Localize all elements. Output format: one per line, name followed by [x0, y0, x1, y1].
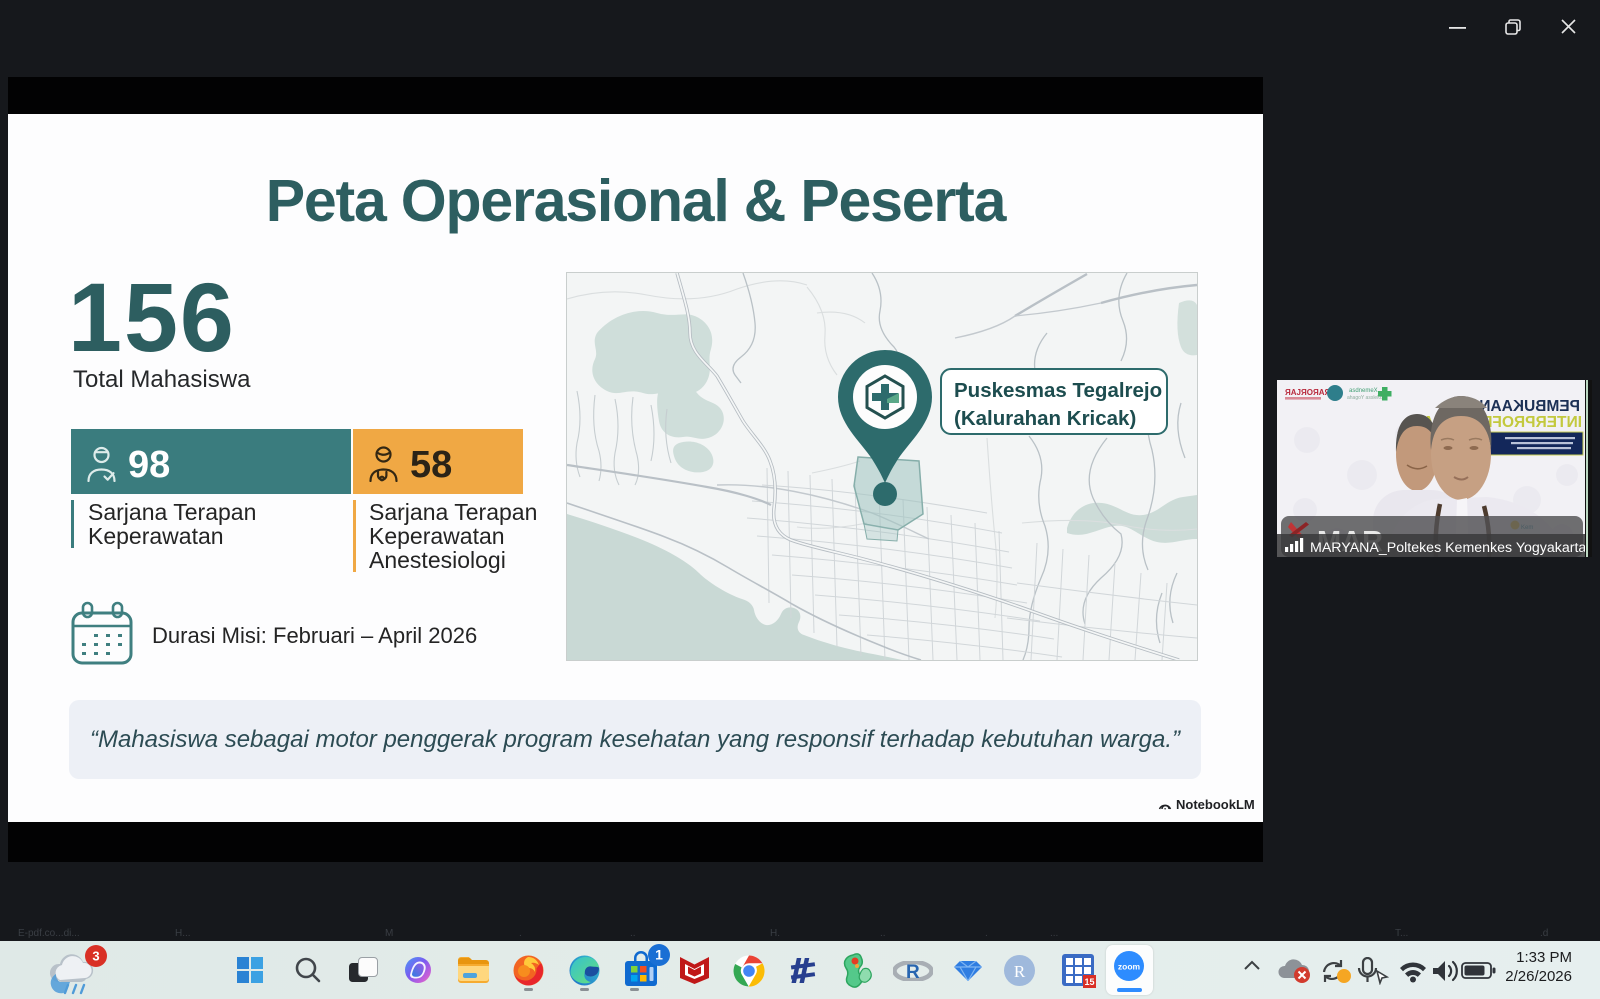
svg-text:Puskesmas Tegalrejo: Puskesmas Tegalrejo — [954, 379, 1162, 402]
svg-text:15: 15 — [1084, 977, 1094, 987]
svg-text:ЯAJЯOЯAЯ: ЯAJЯOЯAЯ — [1285, 388, 1330, 397]
svg-text:zoom: zoom — [1118, 962, 1141, 972]
svg-text:3: 3 — [92, 949, 99, 964]
svg-text:asdnemeX: asdnemeX — [1349, 388, 1378, 394]
svg-text:MARYANA_Poltekes Kemenkes Yogy: MARYANA_Poltekes Kemenkes Yogyakarta — [1310, 540, 1586, 556]
svg-text:R: R — [1014, 962, 1026, 981]
svg-text:R: R — [906, 962, 920, 981]
svg-text:(Kalurahan Kricak): (Kalurahan Kricak) — [954, 407, 1136, 430]
svg-text:1: 1 — [655, 947, 663, 963]
